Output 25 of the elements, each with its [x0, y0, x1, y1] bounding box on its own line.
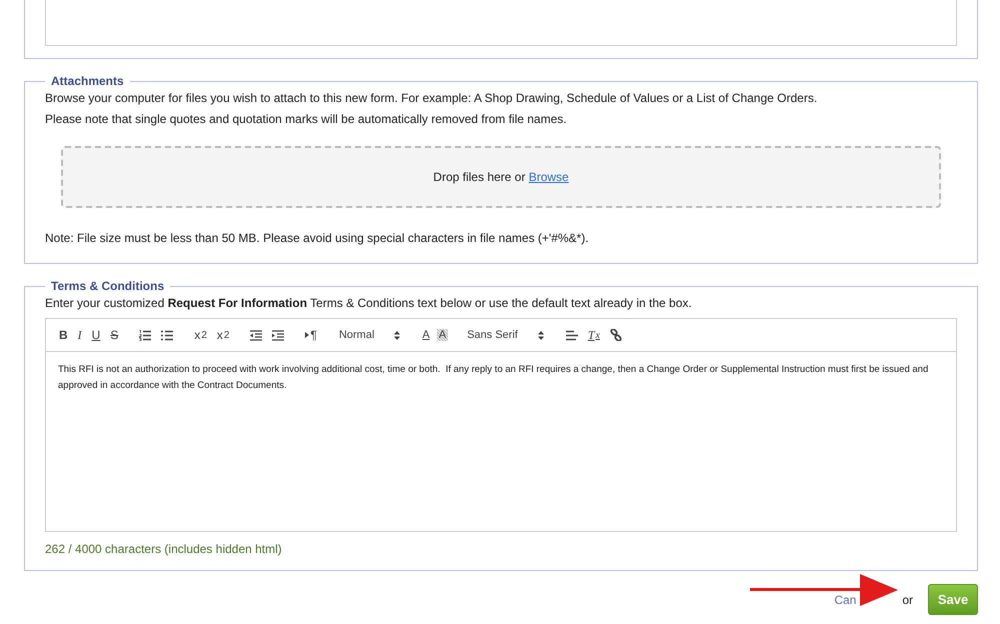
dropdown[interactable]: Normal [334, 329, 404, 341]
browse-link[interactable]: Browse [528, 170, 569, 184]
section-title: Terms & Conditions [50, 279, 166, 293]
cancel-link[interactable]: Can [834, 592, 856, 606]
up-down-icon [538, 330, 544, 340]
italic-button[interactable]: I [74, 326, 85, 344]
up-down-icon [394, 330, 400, 340]
editor-text[interactable]: This RFI is not an authorization to proceed with work involving additional cost, time or both. If any reply to an RFI requires a change, then a Change Order or Supplemental Instruction must first be issued and approved in accordance with the Contract Documents. [46, 352, 956, 531]
text-color-button[interactable]: A [419, 326, 433, 344]
help-text: Please note that single quotes and quotation marks will be automatically removed from file names. [45, 113, 568, 126]
file-dropzone[interactable]: Drop files here or Browse [61, 146, 941, 208]
triangle-icon [305, 332, 310, 338]
dropdown[interactable]: Sans Serif [463, 329, 548, 341]
strikethrough-button[interactable]: S [107, 326, 122, 344]
background-color-button[interactable]: A [436, 329, 448, 341]
or-text: or [902, 592, 913, 606]
section-title: Attachments [50, 74, 125, 88]
dropzone-text: Drop files here or [433, 170, 526, 184]
bold-button[interactable]: B [56, 326, 71, 344]
help-text: Browse your computer for files you wish to attach to this new form. For example: A Shop Drawing, Schedule of Values or a List of Change Orders. [45, 92, 818, 105]
text-direction-button[interactable]: ¶ [302, 326, 320, 344]
underline-button[interactable]: U [88, 326, 104, 344]
character-counter: 262 / 4000 characters (includes hidden html) [45, 542, 283, 556]
help-text: Enter your customized Request For Information Terms & Conditions text below or use the default text already in the box. [45, 297, 693, 310]
note-text: Note: File size must be less than 50 MB. Please avoid using special characters in file names (+'#%&*). [45, 232, 590, 245]
